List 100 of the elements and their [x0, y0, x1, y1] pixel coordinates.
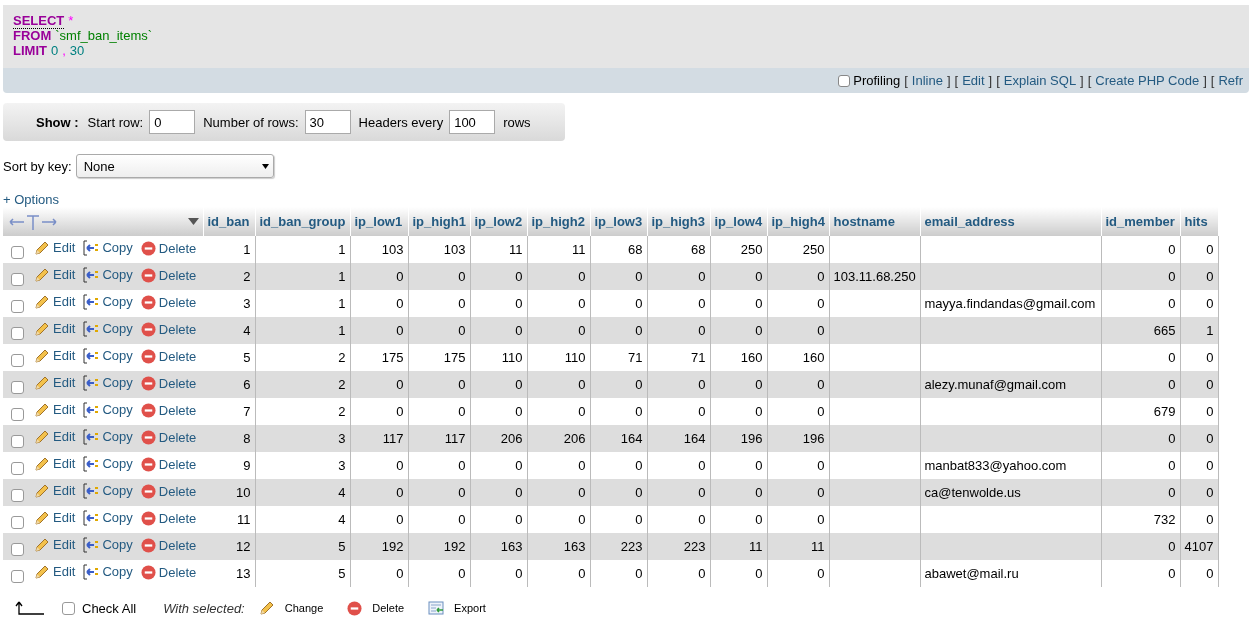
- copy-link[interactable]: Copy: [83, 455, 133, 472]
- copy-link[interactable]: Copy: [83, 482, 133, 499]
- column-header[interactable]: hits: [1180, 207, 1218, 236]
- column-header[interactable]: email_address: [920, 207, 1101, 236]
- delete-link[interactable]: Delete: [140, 294, 197, 310]
- delete-link[interactable]: Delete: [140, 429, 197, 445]
- copy-link[interactable]: Copy: [83, 374, 133, 391]
- table-cell: 0: [458, 485, 466, 500]
- delete-link[interactable]: Delete: [140, 240, 197, 256]
- table-cell: 0: [578, 512, 586, 527]
- query-link[interactable]: Refr: [1218, 73, 1243, 88]
- table-cell: 175: [443, 350, 466, 365]
- query-link[interactable]: Explain SQL: [1003, 73, 1077, 88]
- delete-link[interactable]: Delete: [140, 348, 197, 364]
- table-cell: 0: [817, 377, 825, 392]
- column-header[interactable]: id_member: [1101, 207, 1180, 236]
- edit-link[interactable]: Edit: [34, 320, 76, 337]
- sql-token: ,: [62, 43, 66, 58]
- sql-token: 0: [50, 43, 59, 58]
- table-cell: 6: [243, 377, 251, 392]
- delete-link[interactable]: Delete: [140, 564, 197, 580]
- edit-link[interactable]: Edit: [34, 563, 76, 580]
- delete-link[interactable]: Delete: [140, 537, 197, 553]
- query-link[interactable]: Edit: [962, 73, 985, 88]
- delete-link[interactable]: Delete: [140, 456, 197, 472]
- column-header[interactable]: ip_low1: [350, 207, 408, 236]
- table-cell: 0: [515, 377, 523, 392]
- copy-link[interactable]: Copy: [83, 428, 133, 445]
- table-cell: 11: [572, 242, 586, 257]
- copy-link[interactable]: Copy: [83, 347, 133, 364]
- edit-link[interactable]: Edit: [34, 239, 76, 256]
- table-cell: 4: [338, 485, 346, 500]
- column-header[interactable]: id_ban: [203, 207, 255, 236]
- delete-link[interactable]: Delete: [140, 375, 197, 391]
- table-cell: 250: [802, 242, 825, 257]
- query-link[interactable]: Inline: [911, 73, 943, 88]
- copy-link[interactable]: Copy: [83, 239, 133, 256]
- copy-link[interactable]: Copy: [83, 563, 133, 580]
- column-header[interactable]: ip_low4: [710, 207, 767, 236]
- table-cell: mayya.findandas@gmail.com: [924, 296, 1096, 311]
- export-selected-button[interactable]: Export: [428, 600, 486, 616]
- table-cell: 0: [578, 377, 586, 392]
- table-cell: 0: [458, 404, 466, 419]
- column-header[interactable]: ip_low2: [470, 207, 527, 236]
- table-cell: 1: [1206, 323, 1214, 338]
- column-header[interactable]: ip_high3: [647, 207, 710, 236]
- table-cell: 8: [243, 431, 251, 446]
- table-cell: 0: [578, 404, 586, 419]
- table-cell: 0: [458, 323, 466, 338]
- table-cell: 206: [500, 431, 523, 446]
- column-header[interactable]: ip_high1: [408, 207, 470, 236]
- table-cell: 0: [817, 512, 825, 527]
- column-header[interactable]: ip_high2: [527, 207, 590, 236]
- edit-link[interactable]: Edit: [34, 347, 76, 364]
- edit-link[interactable]: Edit: [34, 293, 76, 310]
- copy-link[interactable]: Copy: [83, 320, 133, 337]
- options-link[interactable]: + Options: [3, 192, 59, 207]
- query-link[interactable]: Create PHP Code: [1095, 73, 1200, 88]
- rows-count-field[interactable]: 30: [304, 110, 351, 134]
- delete-link[interactable]: Delete: [140, 483, 197, 499]
- check-all-label[interactable]: Check All: [82, 600, 137, 616]
- edit-link[interactable]: Edit: [34, 374, 76, 391]
- edit-link[interactable]: Edit: [34, 509, 76, 526]
- column-header[interactable]: ip_high4: [767, 207, 829, 236]
- delete-link[interactable]: Delete: [140, 267, 197, 283]
- delete-selected-button[interactable]: Delete: [347, 600, 405, 616]
- table-cell: 4107: [1184, 539, 1214, 554]
- copy-link[interactable]: Copy: [83, 266, 133, 283]
- column-header[interactable]: hostname: [829, 207, 920, 236]
- edit-link[interactable]: Edit: [34, 482, 76, 499]
- change-selected-button[interactable]: Change: [258, 600, 324, 616]
- edit-link[interactable]: Edit: [34, 455, 76, 472]
- column-header[interactable]: id_ban_group: [255, 207, 350, 236]
- table-cell: 0: [755, 377, 763, 392]
- start-row-field[interactable]: 0: [149, 110, 196, 134]
- edit-link[interactable]: Edit: [34, 401, 76, 418]
- table-cell: 0: [698, 377, 706, 392]
- copy-link[interactable]: Copy: [83, 509, 133, 526]
- sql-token: `smf_ban_items`: [55, 28, 153, 43]
- table-cell: 0: [515, 269, 523, 284]
- delete-link[interactable]: Delete: [140, 510, 197, 526]
- table-cell: 117: [382, 431, 404, 446]
- copy-link[interactable]: Copy: [83, 293, 133, 310]
- table-cell: 0: [698, 269, 706, 284]
- column-header[interactable]: ip_low3: [590, 207, 647, 236]
- copy-link[interactable]: Copy: [83, 401, 133, 418]
- table-cell: 164: [683, 431, 706, 446]
- edit-link[interactable]: Edit: [34, 266, 76, 283]
- sort-dropdown[interactable]: None: [75, 154, 274, 178]
- table-cell: 2: [338, 350, 346, 365]
- headers-every-field[interactable]: 100: [449, 110, 496, 134]
- table-cell: 68: [691, 242, 706, 257]
- edit-link[interactable]: Edit: [34, 428, 76, 445]
- delete-link[interactable]: Delete: [140, 321, 197, 337]
- table-cell: 0: [578, 566, 586, 581]
- edit-link[interactable]: Edit: [34, 536, 76, 553]
- table-cell: 0: [578, 485, 586, 500]
- rows-label: rows: [503, 114, 531, 130]
- copy-link[interactable]: Copy: [83, 536, 133, 553]
- delete-link[interactable]: Delete: [140, 402, 197, 418]
